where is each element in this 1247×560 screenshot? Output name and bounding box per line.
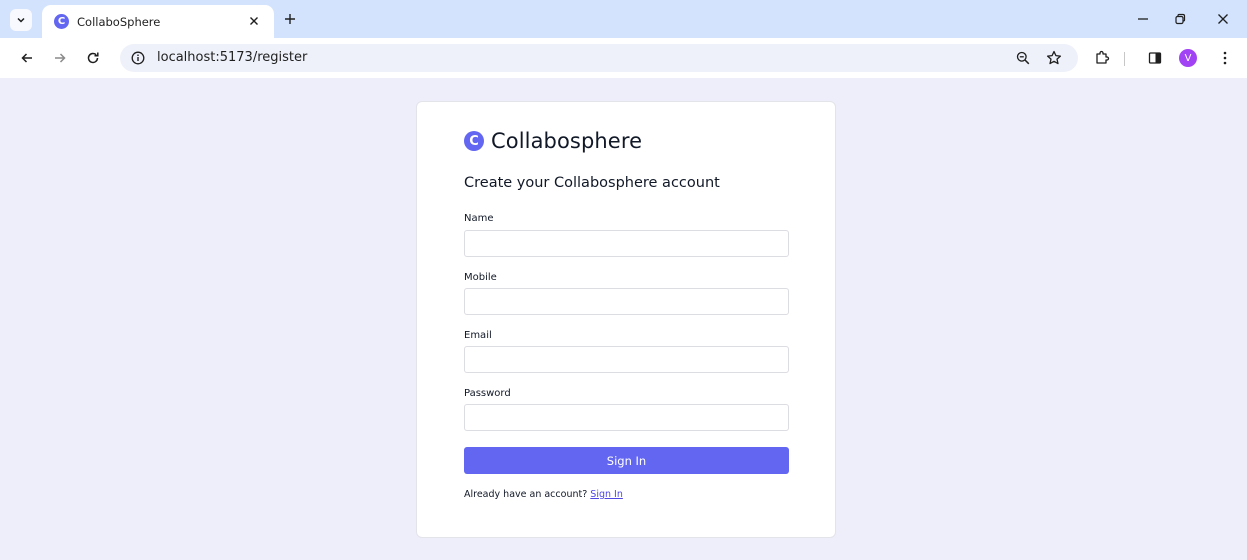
profile-avatar[interactable]: V (1179, 49, 1197, 67)
signin-prompt: Already have an account? Sign In (464, 489, 623, 500)
more-icon (1223, 51, 1227, 65)
email-label: Email (464, 330, 492, 341)
sign-in-link[interactable]: Sign In (590, 489, 623, 500)
bookmark-button[interactable] (1045, 49, 1063, 67)
close-icon (1218, 14, 1228, 24)
forward-icon (55, 53, 66, 63)
close-window-button[interactable] (1214, 10, 1232, 28)
side-panel-icon (1148, 52, 1162, 64)
extensions-button[interactable] (1093, 49, 1111, 67)
info-icon (131, 51, 145, 65)
browser-tab[interactable]: C CollaboSphere (42, 5, 274, 38)
menu-button[interactable] (1216, 49, 1234, 67)
mobile-field[interactable] (464, 288, 789, 315)
plus-icon (285, 14, 295, 24)
back-button[interactable] (17, 48, 37, 68)
close-icon (250, 17, 258, 25)
browser-toolbar: localhost:5173/register V (0, 38, 1247, 78)
restore-icon (1175, 13, 1186, 25)
mobile-label: Mobile (464, 272, 497, 283)
signin-prompt-text: Already have an account? (464, 489, 588, 500)
url-text[interactable]: localhost:5173/register (157, 50, 307, 65)
register-card: C Collabosphere Create your Collabospher… (416, 101, 836, 538)
tab-search-button[interactable] (10, 9, 32, 31)
name-field[interactable] (464, 230, 789, 257)
brand-logo: C (464, 131, 484, 151)
side-panel-button[interactable] (1146, 49, 1164, 67)
new-tab-button[interactable] (282, 11, 298, 27)
minimize-icon (1138, 18, 1148, 20)
restore-button[interactable] (1171, 10, 1189, 28)
brand-name: Collabosphere (491, 129, 643, 153)
reload-button[interactable] (83, 48, 103, 68)
toolbar-divider (1124, 52, 1125, 66)
password-field[interactable] (464, 404, 789, 431)
name-label: Name (464, 213, 494, 224)
password-label: Password (464, 388, 511, 399)
tab-search-icon (17, 17, 25, 23)
zoom-icon (1016, 51, 1030, 65)
star-icon (1046, 50, 1062, 65)
site-info-button[interactable] (131, 51, 145, 65)
page-title: Create your Collabosphere account (464, 175, 720, 191)
tab-close-button[interactable] (246, 13, 262, 29)
minimize-button[interactable] (1134, 10, 1152, 28)
tab-title: CollaboSphere (77, 15, 161, 29)
brand: C Collabosphere (464, 129, 642, 153)
reload-icon (87, 52, 99, 64)
sign-in-button[interactable]: Sign In (464, 447, 789, 474)
email-field[interactable] (464, 346, 789, 373)
forward-button[interactable] (50, 48, 70, 68)
address-bar[interactable]: localhost:5173/register (120, 44, 1078, 72)
zoom-button[interactable] (1014, 49, 1032, 67)
extensions-icon (1096, 50, 1110, 64)
favicon: C (54, 14, 69, 29)
tab-strip: C CollaboSphere (0, 0, 1247, 38)
back-icon (21, 53, 32, 63)
